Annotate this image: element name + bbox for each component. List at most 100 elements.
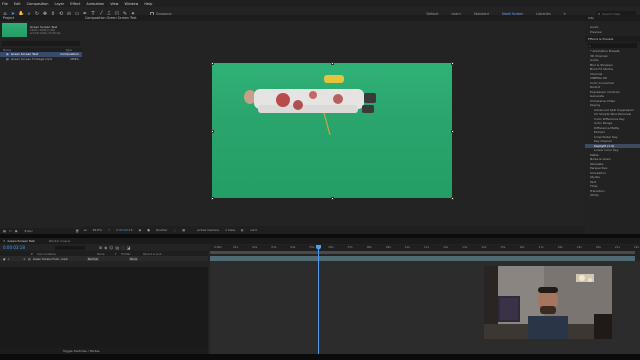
view-layout-dropdown[interactable]: 1 View — [225, 228, 235, 232]
shy-icon[interactable]: ☺ — [109, 245, 113, 250]
comp-info: 1920 x 1080 (1.00) Δ 0:00:10:00, 25.00 f… — [30, 29, 61, 35]
snapshot-icon[interactable]: ◉ — [139, 228, 142, 232]
ruler-tick-label: 04s — [290, 245, 296, 249]
draft-3d-icon[interactable]: ◈ — [104, 245, 107, 250]
ruler-tick-label: 06s — [328, 245, 334, 249]
exposure-value[interactable]: +0.0 — [250, 228, 257, 232]
ruler-tick-label: 14s — [481, 245, 487, 249]
ruler-tick-label: 18s — [557, 245, 563, 249]
comp-flowchart-icon[interactable]: ⊞ — [99, 245, 102, 250]
zoom-level[interactable]: 39.6% — [93, 228, 103, 232]
project-search[interactable] — [2, 41, 80, 46]
trash-icon[interactable]: 🗑 — [75, 229, 79, 233]
layer-name[interactable]: Green Screen Foot...mp4 — [33, 257, 87, 261]
ruler-tick-label: 11s — [424, 245, 430, 249]
col-mode[interactable]: Mode — [97, 252, 115, 256]
render-queue-tab[interactable]: Render Queue — [49, 239, 71, 243]
viewer-footer: ⊟ 39.6% ⛶ 0:00:03:18 ◉ ● Quarter ⬚ ▩ Act… — [82, 226, 585, 234]
effects-search[interactable]: ⌕ — [588, 43, 637, 48]
ruler-tick-label: 17s — [538, 245, 544, 249]
webcam-overlay — [484, 266, 612, 339]
menu-view[interactable]: View — [110, 2, 118, 6]
fit-icon[interactable]: ⛶ — [108, 228, 110, 232]
col-trkmat[interactable]: TrkMat — [121, 252, 143, 256]
resolution-dropdown[interactable]: Quarter — [156, 228, 168, 232]
new-comp-icon[interactable]: ▣ — [15, 229, 18, 233]
layer-row[interactable]: ◉ ♪ 1 ▤ Green Screen Foot...mp4 Normal N… — [0, 256, 208, 261]
playhead[interactable] — [318, 245, 319, 354]
transform-handle[interactable] — [330, 196, 334, 200]
menu-layer[interactable]: Layer — [55, 2, 65, 6]
transform-handle[interactable] — [330, 61, 334, 65]
work-area-bar[interactable] — [210, 251, 635, 254]
comp-viewer[interactable] — [82, 21, 585, 226]
project-panel: Project Green Screen Test 1920 x 1080 (1… — [0, 15, 82, 234]
region-of-interest-icon[interactable]: ⬚ — [173, 228, 176, 232]
audio-switch-icon[interactable]: ♪ — [7, 257, 9, 261]
timeline-tab[interactable]: Green Screen Test — [8, 239, 35, 243]
col-parent[interactable]: Parent & Link — [143, 252, 162, 256]
transform-handle[interactable] — [450, 61, 454, 65]
col-source-name[interactable]: Source Name — [37, 252, 97, 256]
menu-bar: File Edit Composition Layer Effect Anima… — [0, 0, 640, 7]
project-item-type: MPEG — [70, 56, 79, 61]
timeline-search[interactable] — [54, 245, 85, 250]
effects-presets-tab[interactable]: Effects & Presets — [585, 36, 640, 42]
menu-composition[interactable]: Composition — [27, 2, 49, 6]
graph-editor-icon[interactable]: ◪ — [127, 245, 131, 250]
show-channel-icon[interactable]: ● — [147, 228, 150, 232]
composition-panel: Composition Green Screen Test ⊟ 39.6% ⛶ … — [82, 15, 585, 234]
video-switch-icon[interactable]: ◉ — [3, 257, 5, 261]
current-time[interactable]: 0:00:03:18 — [116, 228, 132, 232]
project-item[interactable]: ▤ Green Screen Footage.mp4 MPEG — [0, 57, 82, 62]
layer-index: 1 — [23, 256, 26, 261]
col-index[interactable]: # — [3, 252, 33, 256]
always-preview-icon[interactable]: ⊟ — [84, 228, 87, 232]
close-icon[interactable]: ✕ — [3, 239, 6, 243]
effects-list: * Animation Presets 3D Channel Audio Blur &… — [585, 49, 640, 198]
ruler-tick-label: 20s — [595, 245, 601, 249]
camera-dropdown[interactable]: Active Camera — [197, 228, 219, 232]
toggle-switches-modes[interactable]: Toggle Switches / Modes — [63, 349, 100, 353]
transform-handle[interactable] — [450, 196, 454, 200]
menu-window[interactable]: Window — [125, 2, 139, 6]
ruler-tick-label: 13s — [462, 245, 468, 249]
project-item-name: Green Screen Footage.mp4 — [10, 56, 52, 61]
ruler-tick-label: 12s — [443, 245, 449, 249]
interpret-footage-icon[interactable]: ▦ — [3, 229, 6, 233]
transform-handle[interactable] — [450, 129, 454, 133]
exposure-icon[interactable]: ◐ — [241, 228, 244, 232]
menu-edit[interactable]: Edit — [14, 2, 21, 6]
motion-blur-icon[interactable]: ◌ — [121, 245, 125, 250]
ruler-tick-label: 09s — [385, 245, 391, 249]
ruler-tick-label: 16s — [519, 245, 525, 249]
layer-panel-empty — [0, 267, 208, 348]
green-screen-frame[interactable] — [212, 63, 452, 198]
layer-mode[interactable]: Normal — [86, 256, 99, 261]
transform-handle[interactable] — [210, 196, 214, 200]
ruler-tick-label: 21s — [614, 245, 620, 249]
menu-effect[interactable]: Effect — [70, 2, 80, 6]
menu-animation[interactable]: Animation — [86, 2, 104, 6]
layer-parent[interactable]: None — [128, 256, 139, 261]
transform-handle[interactable] — [210, 129, 214, 133]
right-panel: Info Audio Preview Effects & Presets ⌕ *… — [585, 15, 640, 234]
menu-help[interactable]: Help — [144, 2, 152, 6]
ruler-tick-label: 08s — [366, 245, 372, 249]
bpc-label[interactable]: 8 bpc — [25, 229, 33, 233]
ruler-tick-label: 19s — [576, 245, 582, 249]
ruler-tick-label: 01s — [233, 245, 239, 249]
search-icon: ⌕ — [589, 43, 591, 48]
ruler-tick-label: 05s — [309, 245, 315, 249]
ruler-tick-label: 22s — [634, 245, 640, 249]
preview-tab[interactable]: Preview — [585, 30, 640, 35]
ruler-tick-label: 0:00s — [214, 245, 222, 249]
new-folder-icon[interactable]: ▭ — [9, 229, 12, 233]
timeline-timecode[interactable]: 0:00:03:18 — [3, 245, 25, 250]
transparency-grid-icon[interactable]: ▩ — [182, 228, 185, 232]
effect-category[interactable]: Utility — [585, 193, 640, 198]
menu-file[interactable]: File — [2, 2, 8, 6]
timeline-footer: Toggle Switches / Modes — [0, 348, 208, 354]
transform-handle[interactable] — [210, 61, 214, 65]
frame-blending-icon[interactable]: ▤ — [115, 245, 119, 250]
